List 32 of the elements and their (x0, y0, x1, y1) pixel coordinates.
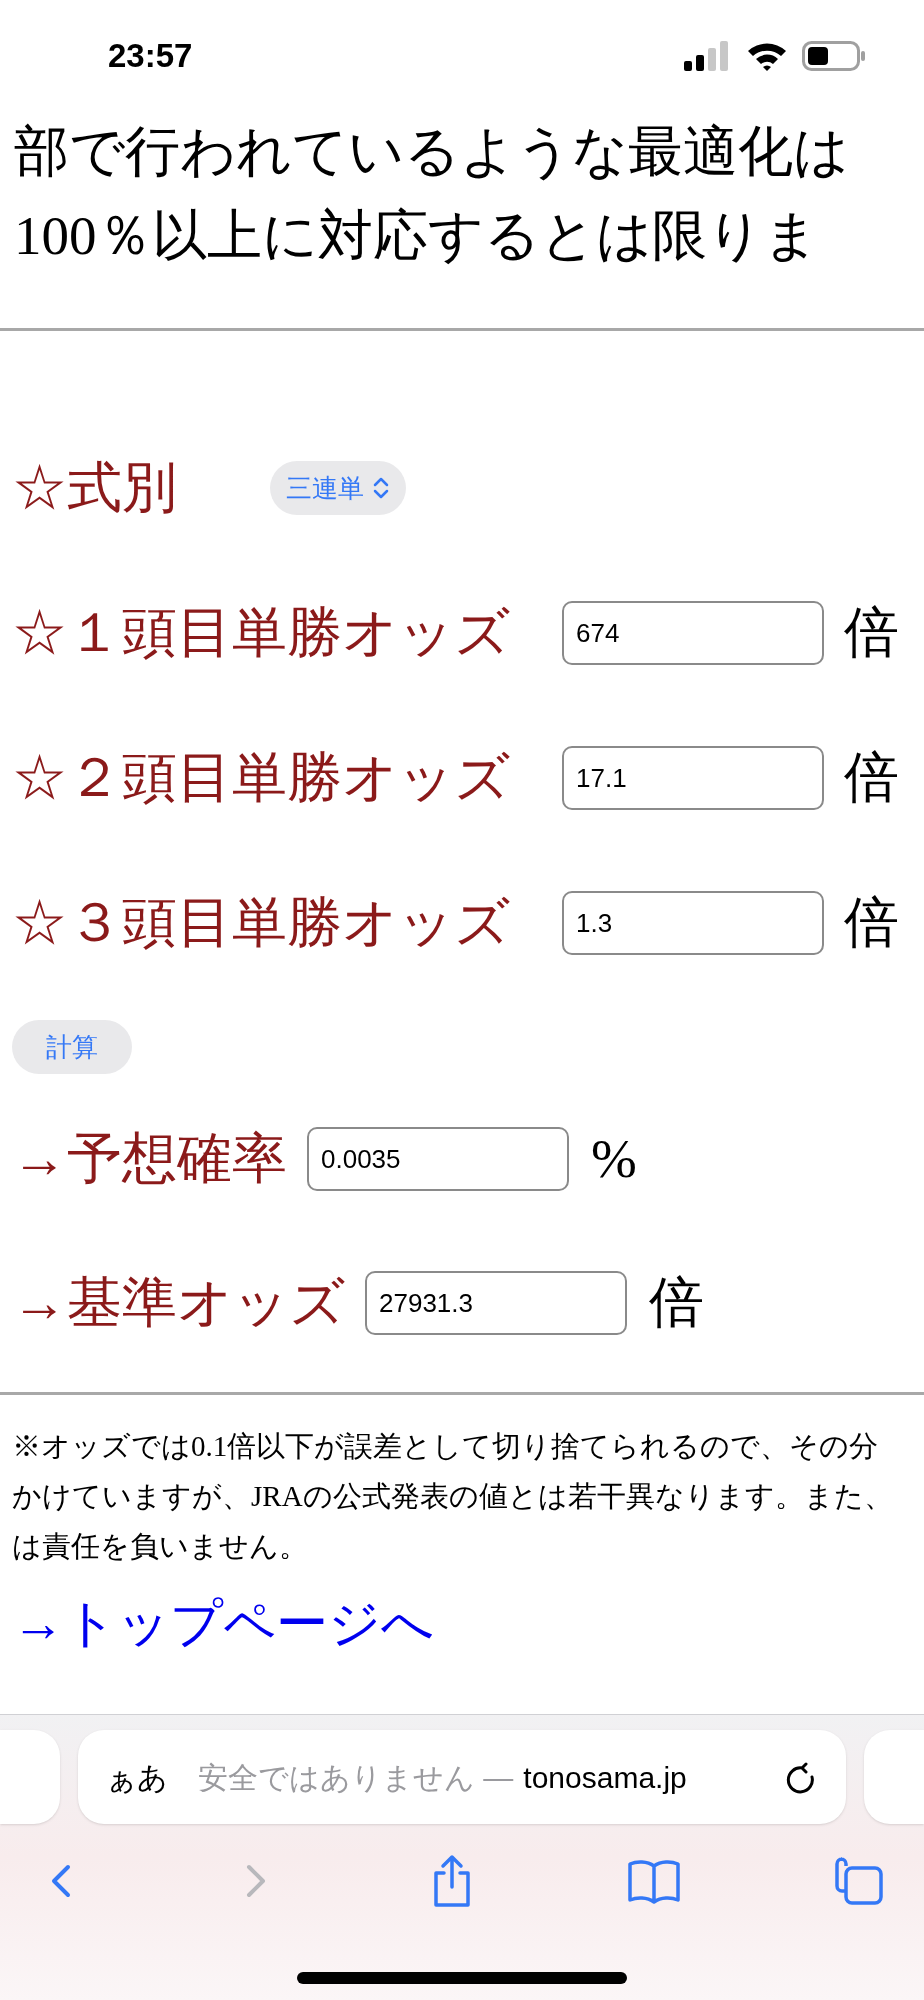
unit-label: 倍 (844, 600, 899, 665)
field-label: ☆１頭目単勝オッズ (12, 600, 511, 665)
intro-text: 100％以上に対応するとは限りま (14, 204, 820, 268)
field-label: ☆式別 (12, 455, 178, 520)
address-bar[interactable]: ぁあ 安全ではありません — tonosama.jp (78, 1730, 846, 1824)
note-text: ※オッズでは0.1倍以下が誤差として切り捨てられるので、その分 (12, 1429, 880, 1464)
url-host: tonosama.jp (523, 1759, 687, 1796)
note-text: は責任を負いません。 (12, 1529, 309, 1564)
top-page-link[interactable]: →トップページへ (12, 1589, 912, 1659)
field-label: ☆２頭目単勝オッズ (12, 745, 511, 810)
field-label: ☆３頭目単勝オッズ (12, 890, 511, 955)
tabs-icon[interactable] (834, 1856, 884, 1906)
bookmarks-icon[interactable] (627, 1858, 681, 1904)
number-field[interactable]: 674 (562, 601, 824, 665)
unit-label: 倍 (844, 745, 899, 810)
battery-icon (802, 41, 866, 71)
unit-label: % (591, 1126, 637, 1191)
number-field[interactable]: 0.0035 (307, 1127, 569, 1191)
number-field[interactable]: 17.1 (562, 746, 824, 810)
intro-text: 部で行われているような最適化は (14, 120, 850, 184)
result-label: →予想確率 (12, 1126, 287, 1191)
security-warning: 安全ではありません — (198, 1759, 514, 1796)
result-label: →基準オッズ (12, 1270, 345, 1335)
text-size-button[interactable]: ぁあ (106, 1754, 168, 1800)
status-time: 23:57 (108, 36, 193, 77)
unit-label: 倍 (844, 890, 899, 955)
wifi-icon (746, 41, 788, 71)
number-field[interactable]: 27931.3 (365, 1271, 627, 1335)
chevron-icon (372, 475, 390, 501)
unit-label: 倍 (649, 1270, 704, 1335)
number-field[interactable]: 1.3 (562, 891, 824, 955)
note-text: かけていますが、JRAの公式発表の値とは若干異なります。また、 (12, 1479, 894, 1514)
